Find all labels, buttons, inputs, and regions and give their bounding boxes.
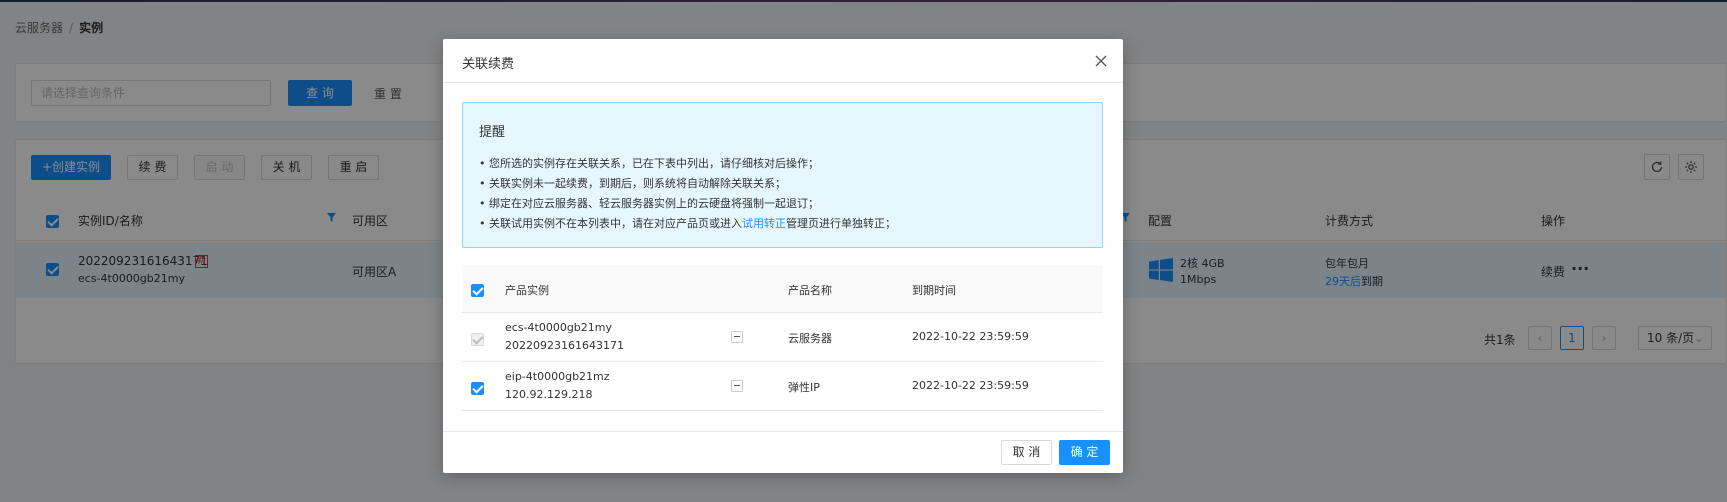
close-icon[interactable]: [1091, 51, 1111, 71]
cancel-button[interactable]: 取 消: [1001, 440, 1052, 465]
related-table-header: 产品实例 产品名称 到期时间: [462, 265, 1103, 313]
alert-line-text: 管理页进行单独转正；: [785, 217, 896, 230]
header-expire: 到期时间: [912, 284, 956, 297]
dialog-header: 关联续费: [443, 39, 1123, 83]
collapse-icon[interactable]: [731, 331, 743, 343]
collapse-icon[interactable]: [731, 380, 743, 392]
alert-line-text: • 关联试用实例不在本列表中，请在对应产品页或进入: [479, 217, 742, 230]
alert-line: • 关联试用实例不在本列表中，请在对应产品页或进入试用转正管理页进行单独转正；: [479, 215, 896, 231]
expire-time: 2022-10-22 23:59:59: [912, 379, 1029, 392]
expire-time: 2022-10-22 23:59:59: [912, 330, 1029, 343]
dialog-title: 关联续费: [462, 57, 515, 72]
table-row[interactable]: eip-4t0000gb21mz 120.92.129.218 弹性IP 202…: [462, 362, 1103, 411]
alert-line: • 绑定在对应云服务器、轻云服务器实例上的云硬盘将强制一起退订；: [479, 197, 819, 210]
select-all-checkbox[interactable]: [471, 284, 484, 297]
instance-name: ecs-4t0000gb21my: [505, 321, 613, 334]
row-checkbox: [471, 333, 484, 346]
instance-ip: 120.92.129.218: [505, 388, 593, 401]
dialog-footer: 取 消 确 定: [443, 431, 1123, 473]
trial-conversion-link[interactable]: 试用转正: [742, 217, 786, 230]
confirm-button[interactable]: 确 定: [1059, 440, 1110, 465]
instance-id: 20220923161643171: [505, 339, 624, 352]
reminder-alert: 提醒 • 您所选的实例存在关联关系，已在下表中列出，请仔细核对后操作； • 关联…: [462, 102, 1103, 248]
product-name: 弹性IP: [788, 381, 820, 394]
header-product: 产品名称: [788, 284, 832, 297]
alert-title: 提醒: [479, 125, 506, 140]
header-instance: 产品实例: [505, 284, 549, 297]
product-name: 云服务器: [788, 332, 832, 345]
instance-name: eip-4t0000gb21mz: [505, 370, 610, 383]
row-checkbox[interactable]: [471, 382, 484, 395]
related-renewal-dialog: 关联续费 提醒 • 您所选的实例存在关联关系，已在下表中列出，请仔细核对后操作；…: [443, 39, 1123, 473]
table-row[interactable]: ecs-4t0000gb21my 20220923161643171 云服务器 …: [462, 313, 1103, 362]
alert-line: • 您所选的实例存在关联关系，已在下表中列出，请仔细核对后操作；: [479, 157, 819, 170]
alert-line: • 关联实例未一起续费，到期后，则系统将自动解除关联关系；: [479, 177, 786, 190]
